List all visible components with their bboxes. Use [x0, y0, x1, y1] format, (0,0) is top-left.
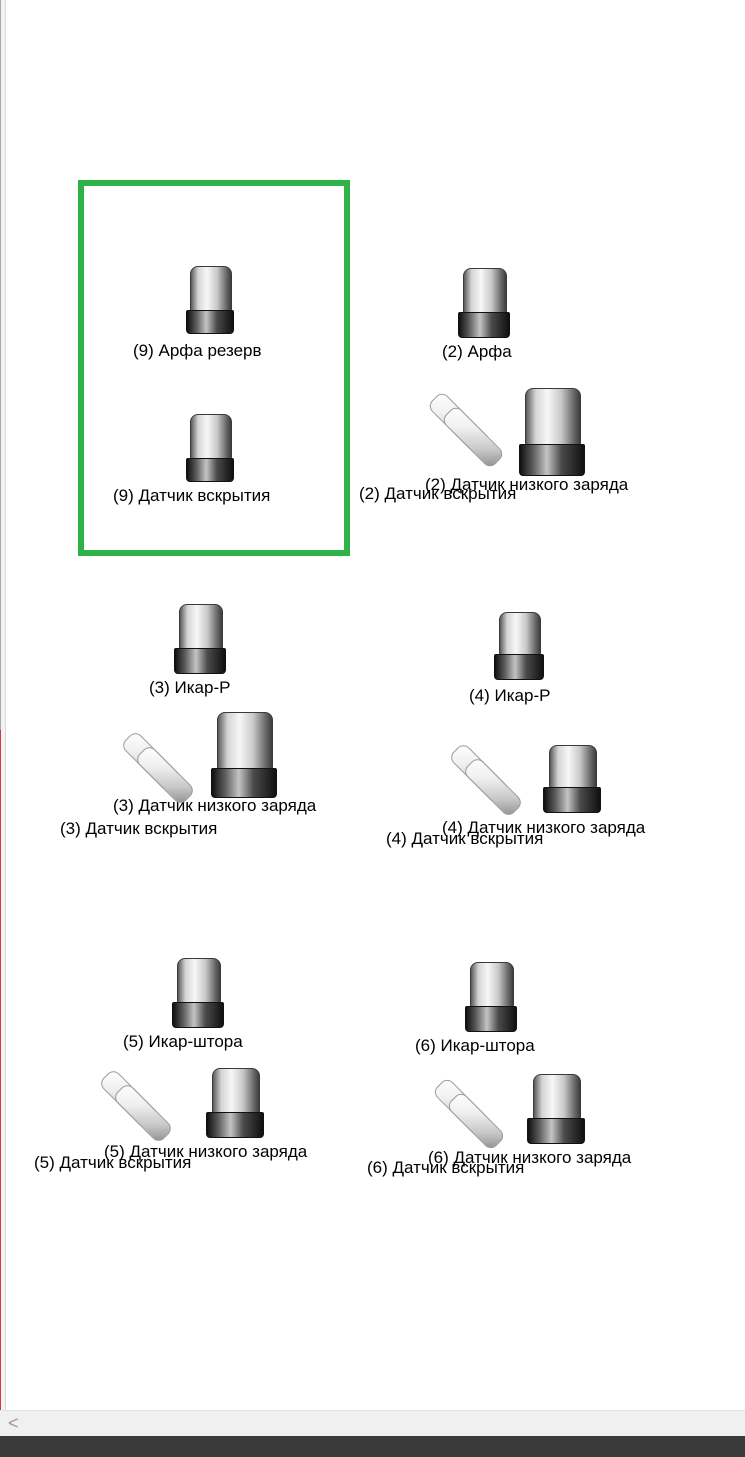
magnetic-contact-icon [90, 1060, 175, 1146]
device-label: (3) Датчик вскрытия [60, 819, 218, 838]
device-label: (6) Икар-штора [415, 1036, 535, 1055]
plan-canvas[interactable]: (9) Арфа резерв (9) Датчик вскрытия (2) … [0, 0, 745, 1410]
device-label: (2) Датчик низкого заряда [425, 475, 629, 494]
cylinder-detector-icon [458, 268, 510, 340]
device-label: (6) Датчик вскрытия [367, 1158, 525, 1177]
device-label: (9) Датчик вскрытия [113, 486, 271, 505]
magnetic-contact-icon [418, 386, 506, 472]
device-label: (2) Арфа [442, 342, 512, 361]
cylinder-detector-icon [494, 612, 544, 682]
cylinder-detector-icon [211, 712, 277, 800]
cylinder-detector-icon [172, 958, 224, 1030]
cylinder-detector-icon [543, 745, 601, 815]
magnetic-contact-icon [426, 1068, 507, 1152]
device-label: (4) Икар-Р [469, 686, 551, 705]
bottom-bar [0, 1436, 745, 1457]
cylinder-detector-icon [527, 1074, 585, 1146]
cylinder-detector-icon [465, 962, 517, 1034]
magnetic-contact-icon [440, 734, 525, 820]
left-panel-border-accent [0, 730, 1, 1410]
cylinder-detector-icon [186, 414, 234, 484]
device-label: (5) Датчик вскрытия [34, 1153, 192, 1172]
horizontal-scrollbar[interactable]: < [0, 1410, 745, 1436]
cylinder-detector-icon [519, 388, 585, 478]
device-label: (4) Датчик вскрытия [386, 829, 544, 848]
device-label: (9) Арфа резерв [133, 341, 262, 360]
cylinder-detector-icon [174, 604, 226, 676]
scroll-left-arrow-icon[interactable]: < [8, 1413, 19, 1433]
device-label: (5) Икар-штора [123, 1032, 243, 1051]
cylinder-detector-icon [186, 266, 234, 336]
magnetic-contact-icon [114, 722, 197, 808]
cylinder-detector-icon [206, 1068, 264, 1140]
device-label: (3) Икар-Р [149, 678, 231, 697]
